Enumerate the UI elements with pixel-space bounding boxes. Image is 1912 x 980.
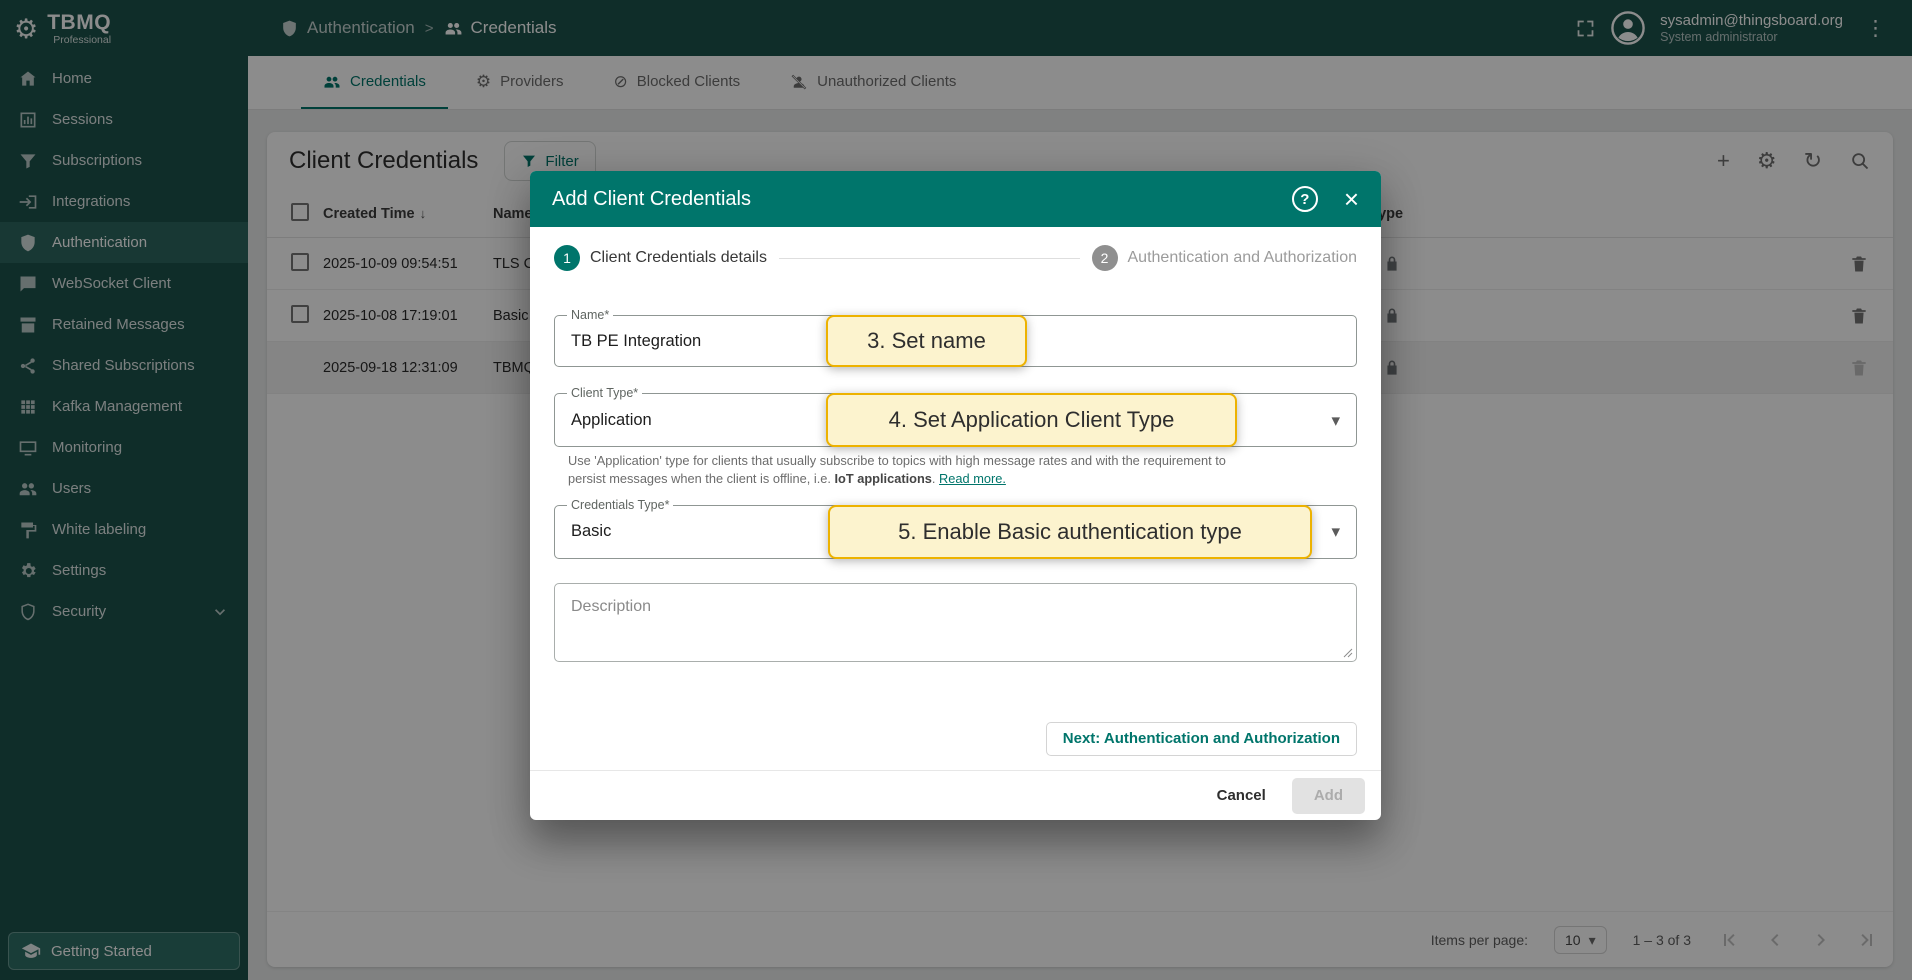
client-type-label: Client Type* <box>567 386 642 401</box>
tour-callout-client-type: 4. Set Application Client Type <box>826 393 1237 447</box>
client-type-hint: Use 'Application' type for clients that … <box>554 452 1244 488</box>
tour-callout-set-name: 3. Set name <box>826 315 1027 367</box>
name-field-label: Name* <box>567 308 613 323</box>
dialog-title: Add Client Credentials <box>552 188 751 211</box>
stepper-divider <box>779 258 1080 259</box>
tour-callout-credentials-type: 5. Enable Basic authentication type <box>828 505 1312 559</box>
close-icon[interactable]: × <box>1344 186 1359 212</box>
next-step-button[interactable]: Next: Authentication and Authorization <box>1046 722 1357 756</box>
add-button: Add <box>1292 778 1365 814</box>
dialog-footer: Cancel Add <box>530 770 1381 820</box>
step-2-number: 2 <box>1092 245 1118 271</box>
cancel-button[interactable]: Cancel <box>1201 778 1282 814</box>
step-1-number: 1 <box>554 245 580 271</box>
dialog-header: Add Client Credentials ? × <box>530 171 1381 227</box>
step-1[interactable]: 1 Client Credentials details <box>554 245 767 271</box>
description-textarea[interactable] <box>555 584 1356 661</box>
dialog-body: 1 Client Credentials details 2 Authentic… <box>530 227 1381 770</box>
stepper: 1 Client Credentials details 2 Authentic… <box>554 245 1357 271</box>
chevron-down-icon: ▾ <box>1331 412 1340 429</box>
resize-handle[interactable] <box>1343 648 1353 658</box>
credentials-type-label: Credentials Type* <box>567 498 673 513</box>
description-field[interactable] <box>554 583 1357 662</box>
add-client-credentials-dialog: Add Client Credentials ? × 1 Client Cred… <box>530 171 1381 820</box>
step-2[interactable]: 2 Authentication and Authorization <box>1092 245 1358 271</box>
help-icon[interactable]: ? <box>1292 186 1318 212</box>
read-more-link[interactable]: Read more. <box>939 471 1006 486</box>
chevron-down-icon: ▾ <box>1331 523 1340 540</box>
